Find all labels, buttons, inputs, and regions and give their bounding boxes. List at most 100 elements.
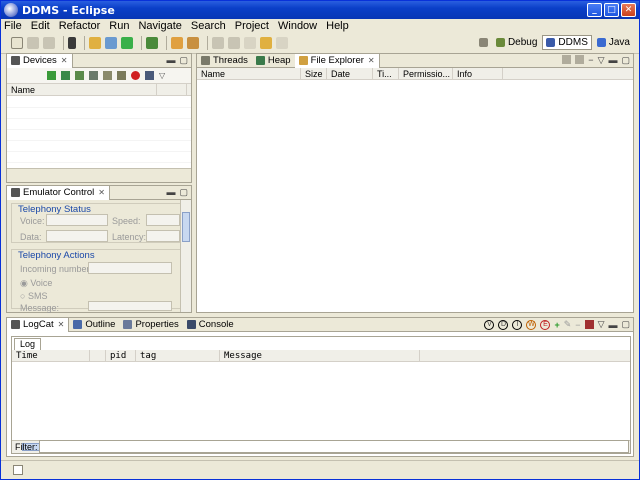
minimize-view-icon[interactable]: ▬ [608, 320, 617, 330]
cause-gc-icon[interactable] [89, 71, 98, 80]
minimize-view-icon[interactable]: ▬ [166, 187, 175, 198]
previous-annotation-icon[interactable] [228, 37, 240, 49]
filter-input[interactable] [39, 440, 629, 453]
menu-window[interactable]: Window [278, 20, 317, 32]
minimize-view-icon[interactable]: ▬ [608, 55, 617, 66]
column-blank[interactable] [157, 84, 187, 95]
column-permissions[interactable]: Permissio... [399, 68, 453, 79]
tab-outline[interactable]: Outline [69, 318, 119, 332]
open-type-icon[interactable] [171, 37, 183, 49]
new-icon[interactable] [11, 37, 23, 49]
dump-hprof-icon[interactable] [75, 71, 84, 80]
maximize-view-icon[interactable]: ▢ [621, 319, 630, 330]
column-time[interactable]: Ti... [373, 68, 399, 79]
new-java-project-icon[interactable] [105, 37, 117, 49]
menu-file[interactable]: File [4, 20, 22, 32]
column-name[interactable]: Name [197, 68, 301, 79]
back-arrow-icon[interactable] [260, 37, 272, 49]
column-message[interactable]: Message [220, 350, 420, 361]
latency-select[interactable] [146, 230, 180, 242]
method-profiling-icon[interactable] [117, 71, 126, 80]
tab-file-explorer[interactable]: File Explorer ✕ [294, 53, 380, 68]
device-icon[interactable] [68, 37, 76, 49]
menu-search[interactable]: Search [191, 20, 226, 32]
devices-list[interactable] [7, 97, 191, 168]
maximize-view-icon[interactable]: ▢ [179, 187, 188, 198]
tab-properties[interactable]: Properties [119, 318, 182, 332]
open-folder-icon[interactable] [89, 37, 101, 49]
menu-edit[interactable]: Edit [31, 20, 50, 32]
push-file-icon[interactable] [575, 55, 585, 64]
next-annotation-icon[interactable] [212, 37, 224, 49]
maximize-view-icon[interactable]: ▢ [179, 55, 188, 66]
minimize-view-icon[interactable]: ▬ [166, 55, 175, 66]
open-perspective-icon[interactable] [478, 38, 488, 47]
view-menu-icon[interactable]: ▽ [159, 71, 165, 80]
view-menu-icon[interactable]: ▽ [598, 55, 605, 66]
message-input[interactable] [88, 301, 172, 311]
edit-filter-icon[interactable]: ✎ [564, 319, 572, 330]
data-select[interactable] [46, 230, 108, 242]
horizontal-scrollbar[interactable] [7, 168, 191, 182]
remove-filter-icon[interactable]: − [575, 320, 580, 330]
delete-icon[interactable]: − [588, 55, 593, 66]
file-tree[interactable] [197, 81, 633, 312]
clear-log-icon[interactable] [584, 320, 594, 329]
tab-devices[interactable]: Devices ✕ [7, 53, 73, 68]
column-pid[interactable]: pid [106, 350, 136, 361]
menu-navigate[interactable]: Navigate [138, 20, 181, 32]
tab-console[interactable]: Console [183, 318, 238, 332]
pull-file-icon[interactable] [562, 55, 572, 64]
speed-select[interactable] [146, 214, 180, 226]
menu-help[interactable]: Help [326, 20, 349, 32]
column-date[interactable]: Date [327, 68, 373, 79]
search-icon[interactable] [187, 37, 199, 49]
menu-project[interactable]: Project [235, 20, 269, 32]
close-icon[interactable]: ✕ [58, 320, 65, 329]
column-name[interactable]: Name [7, 84, 157, 95]
column-tag[interactable]: tag [136, 350, 220, 361]
sms-radio-row[interactable]: ○ SMS [20, 291, 47, 301]
update-heap-icon[interactable] [61, 71, 70, 80]
minimize-button[interactable]: _ [587, 3, 602, 17]
column-info[interactable]: Info [453, 68, 503, 79]
maximize-view-icon[interactable]: ▢ [621, 55, 630, 66]
view-menu-icon[interactable]: ▽ [598, 319, 605, 330]
close-icon[interactable]: ✕ [98, 188, 105, 197]
column-time[interactable]: Time [12, 350, 90, 361]
tab-log[interactable]: Log [14, 338, 42, 350]
warning-button[interactable]: W [526, 319, 537, 330]
run-icon[interactable] [146, 37, 158, 49]
title-bar[interactable]: DDMS - Eclipse _ □ ✕ [1, 1, 639, 19]
column-size[interactable]: Size [301, 68, 327, 79]
close-icon[interactable]: ✕ [368, 56, 375, 65]
error-button[interactable]: E [540, 319, 551, 330]
perspective-java[interactable]: Java [594, 36, 633, 49]
close-icon[interactable]: ✕ [61, 56, 68, 65]
incoming-number-input[interactable] [88, 262, 172, 274]
menu-run[interactable]: Run [109, 20, 129, 32]
voice-select[interactable] [46, 214, 108, 226]
maximize-button[interactable]: □ [604, 3, 619, 17]
perspective-debug[interactable]: Debug [493, 36, 540, 49]
add-icon[interactable] [121, 37, 133, 49]
debug-process-icon[interactable] [47, 71, 56, 80]
verbose-button[interactable]: V [484, 319, 495, 330]
tab-logcat[interactable]: LogCat ✕ [7, 317, 70, 332]
fast-view-icon[interactable] [13, 465, 23, 475]
perspective-ddms[interactable]: DDMS [542, 35, 592, 50]
save-icon[interactable] [27, 37, 39, 49]
close-button[interactable]: ✕ [621, 3, 636, 17]
voice-radio-row[interactable]: ◉ Voice [20, 278, 52, 289]
screen-capture-icon[interactable] [145, 71, 154, 80]
menu-refactor[interactable]: Refactor [59, 20, 101, 32]
column-level[interactable] [90, 350, 106, 361]
last-edit-icon[interactable] [244, 37, 256, 49]
vertical-scrollbar[interactable] [180, 200, 191, 312]
info-button[interactable]: I [512, 319, 523, 330]
scrollbar-thumb[interactable] [182, 212, 190, 242]
print-icon[interactable] [43, 37, 55, 49]
forward-arrow-icon[interactable] [276, 37, 288, 49]
log-list[interactable] [12, 363, 630, 439]
debug-button[interactable]: D [498, 319, 509, 330]
